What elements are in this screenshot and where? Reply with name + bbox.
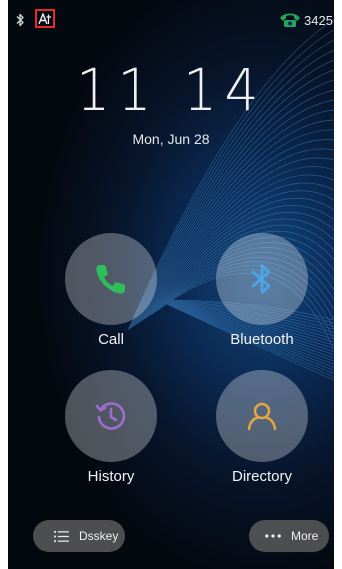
history-label: History: [87, 468, 135, 485]
bluetooth-icon: [16, 13, 24, 27]
extension-number: 3425: [304, 13, 333, 28]
directory-button[interactable]: [216, 370, 308, 462]
bluetooth-label: Bluetooth: [230, 331, 294, 348]
directory-tile[interactable]: Directory: [214, 370, 310, 485]
call-tile[interactable]: Call: [63, 233, 159, 348]
call-label: Call: [98, 331, 124, 348]
status-bar: 3425: [8, 0, 334, 40]
more-label: More: [291, 529, 319, 543]
call-button[interactable]: [65, 233, 157, 325]
history-tile[interactable]: History: [63, 370, 159, 485]
more-dots-icon: [265, 534, 281, 538]
dsskey-label: Dsskey: [79, 529, 119, 543]
directory-icon: [247, 402, 277, 431]
more-button[interactable]: More: [249, 520, 329, 552]
list-icon: [54, 530, 69, 542]
history-icon: [95, 402, 126, 430]
bluetooth-icon: [251, 264, 271, 294]
bluetooth-button[interactable]: [216, 233, 308, 325]
dsskey-button[interactable]: Dsskey: [33, 520, 125, 552]
clock-date: Mon, Jun 28: [132, 131, 210, 147]
phone-line-icon: [280, 13, 300, 27]
clock-time: 11 14: [76, 56, 266, 124]
input-method-icon[interactable]: [35, 9, 55, 28]
phone-icon: [96, 265, 125, 294]
phone-home-screen: 3425 11 14 Mon, Jun 28 Call Bluetooth Hi…: [8, 0, 334, 569]
letter-a-icon: [38, 12, 51, 24]
bluetooth-tile[interactable]: Bluetooth: [214, 233, 310, 348]
directory-label: Directory: [231, 468, 292, 485]
history-button[interactable]: [65, 370, 157, 462]
